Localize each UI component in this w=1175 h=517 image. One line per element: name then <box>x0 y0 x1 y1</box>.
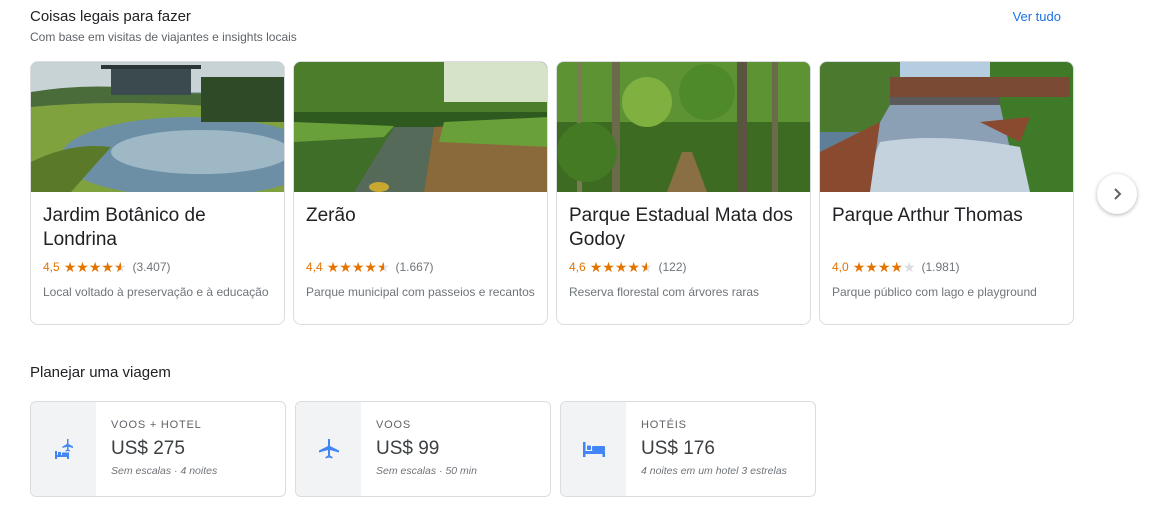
star-rating: ★ ★ ★ ★ ★ <box>853 260 916 274</box>
star-icon: ★ <box>63 259 77 275</box>
option-note: 4 noites em um hotel 3 estrelas <box>641 465 787 477</box>
star-rating: ★ ★ ★ ★ ★ <box>327 260 390 274</box>
star-icon: ★ <box>351 259 365 275</box>
attraction-photo <box>557 62 810 192</box>
attraction-rating: 4,6 ★ ★ ★ ★ ★ (122) <box>569 259 798 275</box>
attraction-card[interactable]: Jardim Botânico de Londrina 4,5 ★ ★ ★ ★ ★ (3… <box>30 61 285 325</box>
star-icon: ★ <box>865 259 878 275</box>
attraction-name: Parque Estadual Mata dos Godoy <box>569 205 793 250</box>
star-icon: ★ <box>890 259 903 275</box>
attraction-rating: 4,0 ★ ★ ★ ★ ★ (1.981) <box>832 259 1061 275</box>
option-label: VOOS + HOTEL <box>111 419 202 431</box>
rating-value: 4,4 <box>306 260 323 274</box>
attraction-photo <box>820 62 1073 192</box>
things-to-do-subtitle: Com base em visitas de viajantes e insig… <box>30 30 297 44</box>
option-price: US$ 176 <box>641 438 715 459</box>
star-icon: ★ <box>639 259 653 275</box>
attraction-card[interactable]: Parque Arthur Thomas 4,0 ★ ★ ★ ★ ★ (1.981) P… <box>819 61 1074 325</box>
attraction-photo <box>294 62 547 192</box>
option-price: US$ 275 <box>111 438 185 459</box>
star-icon: ★ <box>76 259 89 275</box>
option-label: VOOS <box>376 419 411 431</box>
review-count: (3.407) <box>132 260 171 274</box>
review-count: (1.981) <box>921 260 960 274</box>
star-rating: ★ ★ ★ ★ ★ <box>64 260 127 274</box>
star-icon: ★ <box>902 259 916 275</box>
star-icon: ★ <box>364 259 377 275</box>
attraction-description: Parque público com lago e playground <box>832 285 1037 299</box>
star-rating: ★ ★ ★ ★ ★ <box>590 260 653 274</box>
plan-trip-title: Planejar uma viagem <box>30 364 171 381</box>
star-icon: ★ <box>376 259 390 275</box>
attraction-name: Zerão <box>306 205 356 226</box>
review-count: (1.667) <box>395 260 434 274</box>
hotels-card[interactable]: HOTÉIS US$ 176 4 noites em um hotel 3 es… <box>560 401 816 497</box>
flights-card[interactable]: VOOS US$ 99 Sem escalas · 50 min <box>295 401 551 497</box>
attraction-rating: 4,5 ★ ★ ★ ★ ★ (3.407) <box>43 259 272 275</box>
star-icon: ★ <box>602 259 615 275</box>
option-label: HOTÉIS <box>641 419 687 431</box>
attraction-card[interactable]: Parque Estadual Mata dos Godoy 4,6 ★ ★ ★ ★ ★… <box>556 61 811 325</box>
flight-hotel-icon <box>54 439 73 459</box>
carousel-next-button[interactable] <box>1097 174 1137 214</box>
star-icon: ★ <box>589 259 603 275</box>
rating-value: 4,5 <box>43 260 60 274</box>
attraction-card[interactable]: Zerão 4,4 ★ ★ ★ ★ ★ (1.667) Parque municipal… <box>293 61 548 325</box>
star-icon: ★ <box>339 259 352 275</box>
attraction-description: Parque municipal com passeios e recantos <box>306 285 535 299</box>
see-all-link[interactable]: Ver tudo <box>1013 9 1061 24</box>
star-icon: ★ <box>113 259 127 275</box>
star-icon: ★ <box>88 259 102 275</box>
flight-hotel-card[interactable]: VOOS + HOTEL US$ 275 Sem escalas · 4 noi… <box>30 401 286 497</box>
trip-options: VOOS + HOTEL US$ 275 Sem escalas · 4 noi… <box>30 401 816 497</box>
attraction-name: Jardim Botânico de Londrina <box>43 205 206 250</box>
star-icon: ★ <box>101 259 114 275</box>
attraction-description: Reserva florestal com árvores raras <box>569 285 760 299</box>
attractions-carousel: Jardim Botânico de Londrina 4,5 ★ ★ ★ ★ ★ (3… <box>30 61 1074 325</box>
star-icon: ★ <box>852 259 866 275</box>
option-note: Sem escalas · 50 min <box>376 465 477 477</box>
option-price: US$ 99 <box>376 438 440 459</box>
attraction-photo <box>31 62 284 192</box>
star-icon: ★ <box>877 259 891 275</box>
airplane-icon <box>318 439 339 459</box>
attraction-description: Local voltado à preservação e à educação <box>43 285 269 299</box>
star-icon: ★ <box>326 259 340 275</box>
attraction-name: Parque Arthur Thomas <box>832 205 1023 226</box>
review-count: (122) <box>658 260 687 274</box>
rating-value: 4,0 <box>832 260 849 274</box>
rating-value: 4,6 <box>569 260 586 274</box>
option-note: Sem escalas · 4 noites <box>111 465 218 477</box>
attraction-rating: 4,4 ★ ★ ★ ★ ★ (1.667) <box>306 259 535 275</box>
star-icon: ★ <box>627 259 640 275</box>
things-to-do-title: Coisas legais para fazer <box>30 8 191 25</box>
chevron-right-icon <box>1114 188 1122 200</box>
star-icon: ★ <box>614 259 628 275</box>
hotel-bed-icon <box>582 442 605 457</box>
